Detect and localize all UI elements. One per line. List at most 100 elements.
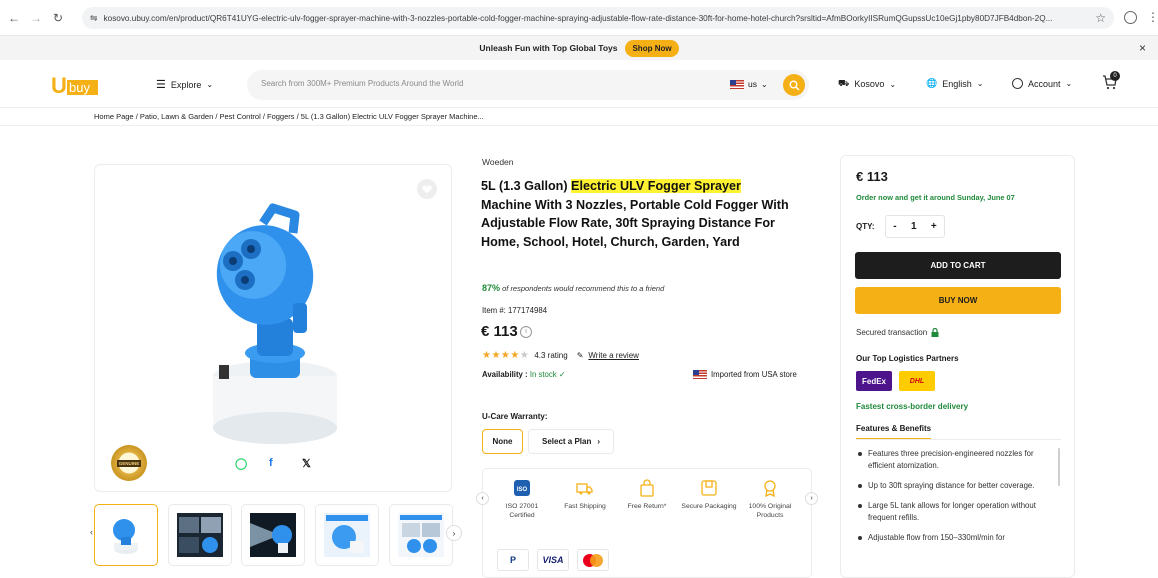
availability-value: In stock ✓ <box>529 370 566 379</box>
site-info-icon[interactable]: ⇋ <box>90 13 98 24</box>
brand-name[interactable]: Woeden <box>482 157 514 167</box>
product-title: 5L (1.3 Gallon) Electric ULV Fogger Spra… <box>481 177 791 251</box>
imported-from: Imported from USA store <box>693 370 797 379</box>
availability-label: Availability : <box>482 370 530 379</box>
chevron-left-icon[interactable]: ‹ <box>476 492 489 505</box>
thumbnail[interactable] <box>315 504 379 566</box>
feature-return: Free Return* <box>618 479 676 511</box>
chevron-down-icon: ⌄ <box>1065 79 1073 88</box>
delivery-truck-icon: ⛟ <box>838 78 850 88</box>
fastest-delivery-text: Fastest cross-border delivery <box>856 402 969 411</box>
qty-decrement-button[interactable]: - <box>893 221 896 232</box>
title-suffix: Machine With 3 Nozzles, Portable Cold Fo… <box>481 197 789 249</box>
cart-button[interactable]: 0 <box>1102 71 1120 90</box>
svg-text:buy: buy <box>69 80 90 95</box>
close-icon[interactable]: × <box>1139 41 1146 55</box>
breadcrumb-bar: Home Page / Patio, Lawn & Garden / Pest … <box>0 108 1158 126</box>
title-prefix: 5L (1.3 Gallon) <box>481 179 572 193</box>
secured-transaction: Secured transaction <box>856 328 939 337</box>
country-select[interactable]: ⛟ Kosovo ⌄ <box>838 78 896 90</box>
warranty-plan-label: Select a Plan <box>541 437 592 446</box>
iso-icon: ISO <box>513 479 531 497</box>
qty-increment-button[interactable]: + <box>931 221 937 232</box>
chevron-right-icon[interactable]: › <box>446 525 462 541</box>
language-select[interactable]: 🌐 English ⌄ <box>926 78 983 89</box>
title-highlight: Electric ULV Fogger Sprayer <box>571 179 741 193</box>
feature-label: Free Return* <box>627 503 667 510</box>
scrollbar[interactable] <box>1058 448 1060 486</box>
search-bar: us ⌄ <box>247 70 809 100</box>
warranty-plan-select[interactable]: Select a Plan › <box>528 429 614 454</box>
add-to-cart-button[interactable]: ADD TO CART <box>855 252 1061 279</box>
account-label: Account <box>1028 78 1061 89</box>
logistics-partners-label: Our Top Logistics Partners <box>856 354 959 363</box>
feature-label: Secure Packaging <box>681 503 737 510</box>
reload-icon[interactable]: ↻ <box>50 10 66 26</box>
back-arrow-icon[interactable]: ← <box>6 10 22 26</box>
mastercard-icon <box>577 549 609 571</box>
thumbnail[interactable] <box>241 504 305 566</box>
feature-label: ISO 27001 Certified <box>505 503 539 519</box>
chevron-down-icon: ⌄ <box>206 80 214 89</box>
main-product-image[interactable]: GENUINE ◯ f 𝕏 <box>94 164 452 492</box>
buybox-price: € 113 <box>856 169 888 184</box>
shop-now-button[interactable]: Shop Now <box>625 39 679 57</box>
promo-text: Unleash Fun with Top Global Toys <box>479 43 618 53</box>
chevron-down-icon: ⌄ <box>889 79 897 89</box>
imported-text: Imported from USA store <box>711 370 797 379</box>
promo-banner: Unleash Fun with Top Global Toys Shop No… <box>0 36 1158 60</box>
feature-label: Fast Shipping <box>564 503 606 510</box>
facebook-icon[interactable]: f <box>269 457 273 469</box>
store-locale-select[interactable]: us ⌄ <box>730 79 768 89</box>
address-bar[interactable]: ⇋ kosovo.ubuy.com/en/product/QR6T41UYG-e… <box>82 7 1114 29</box>
account-menu[interactable]: Account ⌄ <box>1012 78 1072 89</box>
bookmark-star-icon[interactable]: ☆ <box>1095 11 1106 25</box>
chevron-down-icon: ⌄ <box>976 79 984 88</box>
feature-shipping: Fast Shipping <box>556 479 614 511</box>
search-button[interactable] <box>783 74 805 96</box>
truck-icon <box>576 479 594 497</box>
thumbnail[interactable] <box>389 504 453 566</box>
package-icon <box>700 479 718 497</box>
buy-box: € 113 Order now and get it around Sunday… <box>840 155 1075 578</box>
divider <box>856 439 1061 440</box>
chevron-left-icon[interactable]: ‹ <box>90 527 93 537</box>
globe-icon: 🌐 <box>926 78 938 88</box>
list-item: Adjustable flow from 150–330ml/min for <box>856 532 1052 544</box>
us-flag-icon <box>730 79 744 89</box>
x-twitter-icon[interactable]: 𝕏 <box>302 457 311 470</box>
buy-now-button[interactable]: BUY NOW <box>855 287 1061 314</box>
browser-toolbar: ← → ↻ ⇋ kosovo.ubuy.com/en/product/QR6T4… <box>0 0 1158 36</box>
payment-methods: P VISA <box>497 549 609 571</box>
availability: Availability : In stock ✓ <box>482 370 565 379</box>
chevron-right-icon[interactable]: › <box>805 492 818 505</box>
tab-features-benefits[interactable]: Features & Benefits <box>856 424 932 439</box>
delivery-estimate: Order now and get it around Sunday, June… <box>856 193 1015 202</box>
locale-label: us <box>748 79 757 89</box>
qty-value[interactable]: 1 <box>911 221 917 232</box>
write-review-link[interactable]: Write a review <box>588 351 639 360</box>
whatsapp-icon[interactable]: ◯ <box>235 457 247 470</box>
profile-icon[interactable] <box>1124 11 1137 24</box>
bag-icon <box>638 479 656 497</box>
breadcrumb[interactable]: Home Page / Patio, Lawn & Garden / Pest … <box>94 112 484 121</box>
warranty-label: U-Care Warranty: <box>482 412 548 421</box>
ubuy-logo[interactable]: U buy <box>50 72 100 98</box>
forward-arrow-icon[interactable]: → <box>28 10 44 26</box>
explore-menu[interactable]: ☰ Explore ⌄ <box>156 78 213 91</box>
search-input[interactable] <box>261 79 701 88</box>
hamburger-icon: ☰ <box>156 79 166 91</box>
url-text[interactable]: kosovo.ubuy.com/en/product/QR6T41UYG-ele… <box>104 14 1094 23</box>
item-number: Item #: 177174984 <box>482 306 548 315</box>
heart-icon[interactable] <box>417 179 437 199</box>
warranty-none-option[interactable]: None <box>482 429 523 454</box>
recommend-percent: 87% <box>482 283 501 293</box>
thumbnail[interactable] <box>94 504 158 566</box>
info-icon[interactable]: i <box>520 326 532 338</box>
country-label: Kosovo <box>854 79 885 89</box>
explore-label: Explore <box>170 79 202 90</box>
quantity-stepper: - 1 + <box>885 215 945 238</box>
more-menu-icon[interactable]: ⋮ <box>1147 10 1158 24</box>
thumbnail[interactable] <box>168 504 232 566</box>
feature-original: 100% Original Products <box>741 479 799 520</box>
